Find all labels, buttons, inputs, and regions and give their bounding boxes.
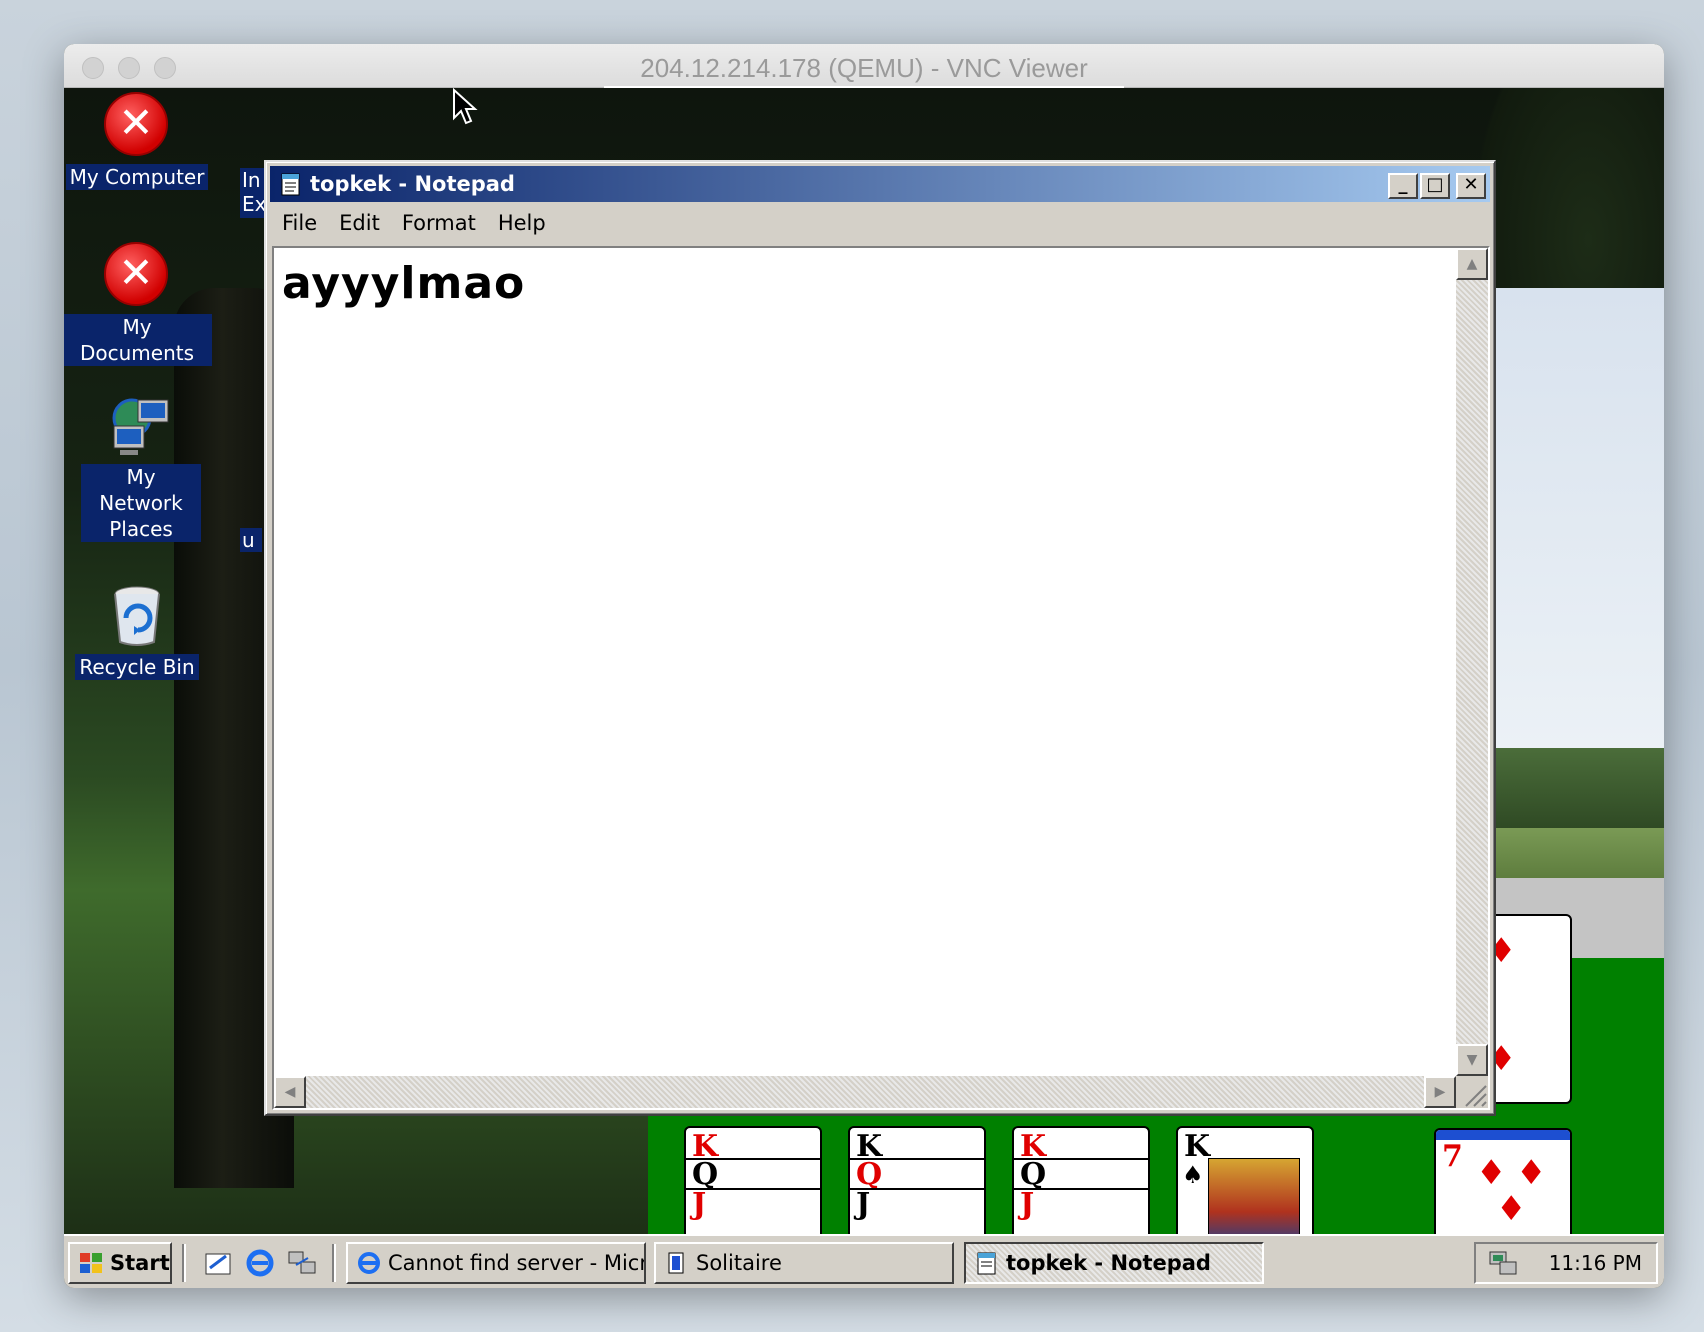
desktop-icon-recycle-bin[interactable]: Recycle Bin bbox=[64, 582, 212, 680]
card-rank: Q bbox=[856, 1157, 883, 1192]
desktop-icon-label: My Network Places bbox=[81, 464, 201, 542]
king-face-art bbox=[1208, 1158, 1300, 1234]
minimize-button[interactable]: _ bbox=[1388, 173, 1418, 199]
card-king-hearts[interactable]: K Q J bbox=[1012, 1126, 1150, 1234]
ie-icon bbox=[358, 1252, 380, 1274]
vnc-titlebar[interactable]: 204.12.214.178 (QEMU) - VNC Viewer bbox=[64, 44, 1664, 88]
menu-help[interactable]: Help bbox=[486, 204, 556, 242]
card-7-diamonds[interactable]: 7 ♦ ♦ ♦ bbox=[1434, 1128, 1572, 1234]
card-king-diamonds[interactable]: K Q J bbox=[684, 1126, 822, 1234]
notepad-title-text: topkek - Notepad bbox=[310, 172, 515, 196]
partial-desktop-icon-label[interactable]: u bbox=[240, 528, 262, 552]
card-rank: 7 bbox=[1442, 1139, 1463, 1174]
task-button-notepad[interactable]: topkek - Notepad bbox=[964, 1242, 1264, 1284]
card-rank: J bbox=[1020, 1187, 1035, 1222]
show-desktop-icon[interactable] bbox=[202, 1248, 234, 1278]
notepad-titlebar[interactable]: topkek - Notepad _ □ ✕ bbox=[270, 166, 1490, 202]
scroll-up-arrow-icon[interactable]: ▲ bbox=[1456, 248, 1488, 280]
menu-edit[interactable]: Edit bbox=[327, 204, 390, 242]
desktop-icon-my-network-places[interactable]: My Network Places bbox=[66, 392, 216, 542]
notepad-content[interactable]: ayyylmao bbox=[282, 258, 525, 309]
start-label: Start bbox=[110, 1251, 170, 1275]
card-rank: Q bbox=[692, 1157, 719, 1192]
wallpaper-lawn bbox=[1494, 828, 1664, 878]
clock[interactable]: 11:16 PM bbox=[1549, 1244, 1642, 1282]
desktop-icon-my-computer[interactable]: ✕ My Computer bbox=[64, 92, 212, 190]
scroll-down-arrow-icon[interactable]: ▼ bbox=[1456, 1044, 1488, 1076]
notepad-icon bbox=[977, 1252, 996, 1275]
wallpaper-far-trees bbox=[1494, 748, 1664, 828]
card-king-spades-face[interactable]: K ♠ bbox=[1176, 1126, 1314, 1234]
vnc-viewer-window: 204.12.214.178 (QEMU) - VNC Viewer ✕ My … bbox=[64, 44, 1664, 1288]
error-x-icon: ✕ bbox=[104, 242, 170, 308]
taskbar-separator bbox=[332, 1244, 336, 1282]
error-x-icon: ✕ bbox=[104, 92, 170, 158]
scroll-right-arrow-icon[interactable]: ▶ bbox=[1424, 1076, 1456, 1108]
taskbar: Start Cannot find server - Micr... Solit… bbox=[64, 1234, 1664, 1288]
notepad-text-area[interactable]: ayyylmao ▲ ▼ ◀ ▶ bbox=[272, 246, 1490, 1110]
partial-label-line: Ex bbox=[242, 192, 267, 216]
maximize-button[interactable]: □ bbox=[1420, 173, 1450, 199]
windows-desktop: ✕ My Computer ✕ My Documents My Network … bbox=[64, 88, 1664, 1234]
task-label: Solitaire bbox=[696, 1251, 782, 1275]
desktop-icon-label: My Documents bbox=[64, 314, 212, 366]
notepad-window[interactable]: topkek - Notepad _ □ ✕ File Edit Format Hel… bbox=[264, 160, 1496, 1116]
horizontal-scrollbar[interactable]: ◀ ▶ bbox=[274, 1076, 1456, 1108]
partial-label-line: In bbox=[242, 168, 261, 192]
ie-icon[interactable] bbox=[244, 1248, 276, 1278]
task-label: topkek - Notepad bbox=[1006, 1251, 1211, 1275]
network-status-icon[interactable] bbox=[1486, 1248, 1520, 1278]
network-icon[interactable] bbox=[286, 1248, 318, 1278]
recycle-bin-icon bbox=[104, 582, 170, 648]
card-king-spades[interactable]: K Q J bbox=[848, 1126, 986, 1234]
diamond-icon: ♦ bbox=[1516, 1153, 1547, 1193]
vnc-window-title: 204.12.214.178 (QEMU) - VNC Viewer bbox=[640, 53, 1088, 83]
scroll-left-arrow-icon[interactable]: ◀ bbox=[274, 1076, 306, 1108]
spade-icon: ♠ bbox=[1182, 1160, 1204, 1189]
system-tray: 11:16 PM bbox=[1474, 1242, 1658, 1284]
solitaire-icon bbox=[668, 1252, 684, 1274]
taskbar-separator bbox=[182, 1244, 186, 1282]
vertical-scrollbar[interactable]: ▲ ▼ bbox=[1456, 248, 1488, 1076]
start-button[interactable]: Start bbox=[68, 1242, 172, 1284]
close-button[interactable]: ✕ bbox=[1456, 173, 1486, 199]
resize-grip-icon[interactable] bbox=[1456, 1076, 1488, 1108]
task-button-ie[interactable]: Cannot find server - Micr... bbox=[346, 1242, 646, 1284]
notepad-icon bbox=[281, 173, 300, 196]
desktop-icon-my-documents[interactable]: ✕ My Documents bbox=[64, 242, 212, 366]
notepad-menubar: File Edit Format Help bbox=[270, 204, 1490, 242]
partial-label-line: u bbox=[242, 528, 255, 552]
network-places-icon bbox=[108, 392, 174, 458]
mouse-cursor-icon bbox=[453, 88, 478, 125]
desktop-icon-label: Recycle Bin bbox=[75, 654, 199, 680]
windows-logo-icon bbox=[80, 1253, 102, 1273]
card-rank: J bbox=[692, 1187, 707, 1222]
task-button-solitaire[interactable]: Solitaire bbox=[654, 1242, 954, 1284]
card-rank: Q bbox=[1020, 1157, 1047, 1192]
task-label: Cannot find server - Micr... bbox=[388, 1251, 646, 1275]
wallpaper-sky bbox=[1494, 288, 1664, 808]
diamond-icon: ♦ bbox=[1476, 1153, 1507, 1193]
diamond-icon: ♦ bbox=[1496, 1189, 1527, 1229]
card-rank: J bbox=[856, 1187, 871, 1222]
menu-file[interactable]: File bbox=[270, 204, 327, 242]
menu-format[interactable]: Format bbox=[390, 204, 486, 242]
desktop-icon-label: My Computer bbox=[65, 164, 209, 190]
